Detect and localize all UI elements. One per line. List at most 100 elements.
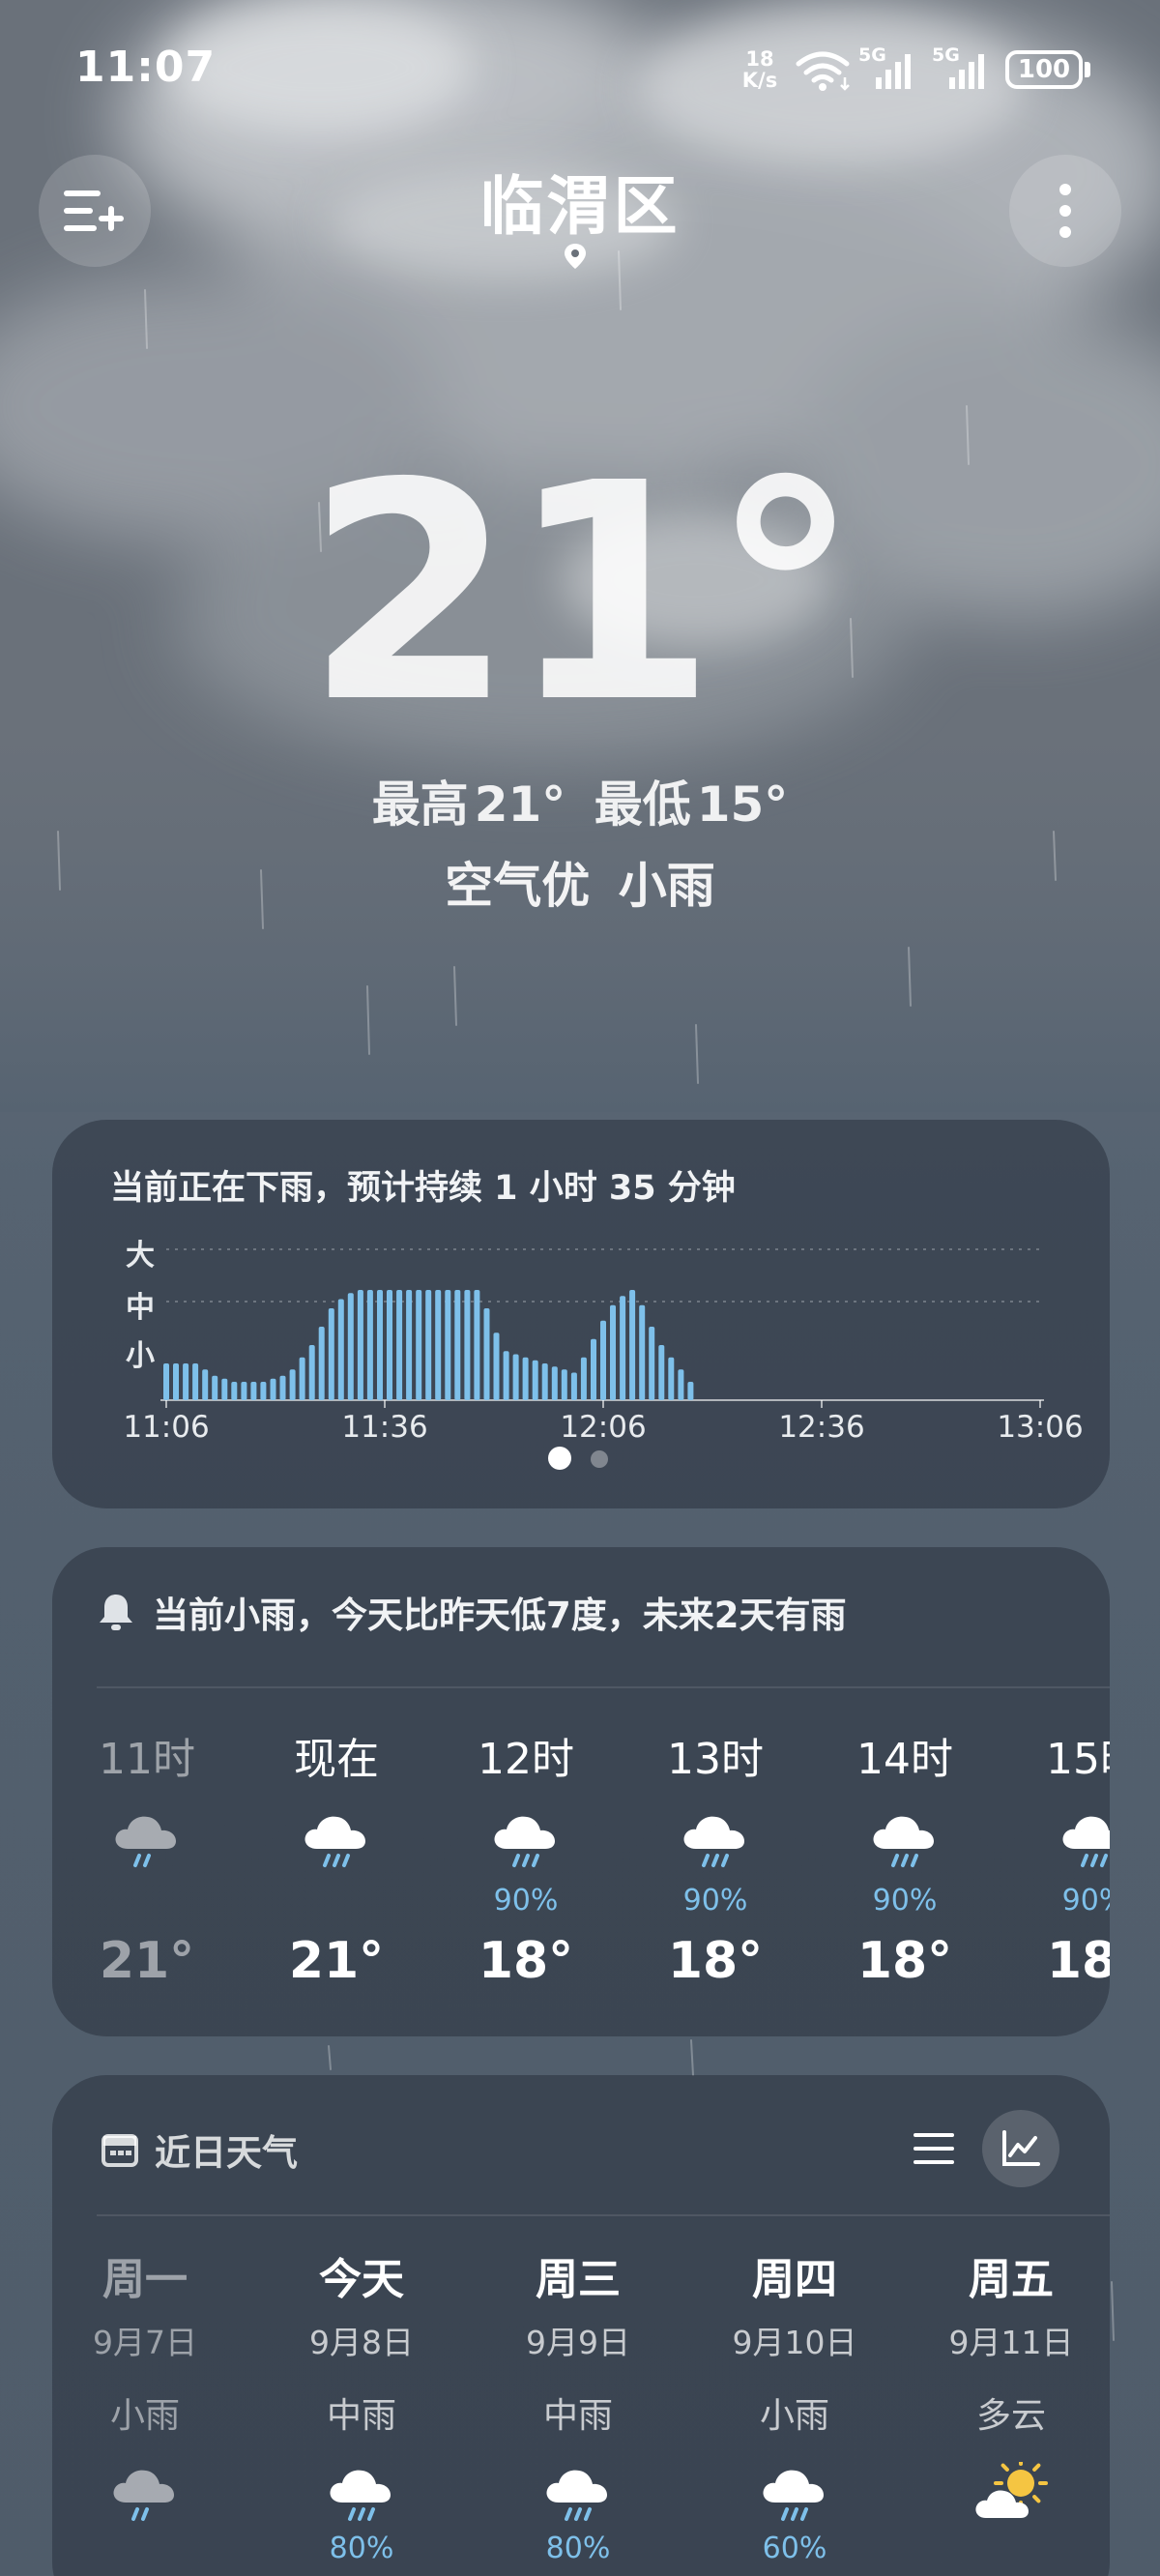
precip-bar xyxy=(173,1363,179,1400)
chart-view-button[interactable] xyxy=(982,2110,1059,2187)
day-rain-probability: 60% xyxy=(762,2532,827,2565)
cloud-rain-icon xyxy=(265,2462,458,2530)
hour-rain-probability: 90% xyxy=(1061,1884,1110,1917)
hourly-item[interactable]: 现在 21° xyxy=(242,1729,431,1990)
precip-bar xyxy=(541,1363,548,1400)
precip-bar xyxy=(425,1290,432,1400)
battery-tip xyxy=(1085,62,1090,77)
precip-bar xyxy=(260,1382,267,1400)
chart-view-icon xyxy=(1002,2130,1040,2166)
hourly-item[interactable]: 13时 90% 18° xyxy=(621,1729,810,1990)
hour-rain-probability: 90% xyxy=(493,1884,559,1917)
network-speed-unit: K/s xyxy=(741,69,778,92)
precip-bar xyxy=(474,1290,480,1400)
hour-rain-probability: 90% xyxy=(682,1884,748,1917)
partly-cloudy-icon xyxy=(914,2462,1108,2530)
battery-indicator: 100 xyxy=(1005,50,1083,89)
precip-bar xyxy=(493,1332,500,1400)
daily-item[interactable]: 周一 9月7日 小雨 xyxy=(52,2251,242,2530)
y-level-label: 中 xyxy=(126,1291,155,1325)
x-tick-label: 11:06 xyxy=(123,1410,209,1445)
day-date: 9月9日 xyxy=(526,2324,630,2361)
air-quality[interactable]: 空气优 xyxy=(445,858,590,914)
signal-icon-2 xyxy=(949,54,984,89)
hour-temperature: 18° xyxy=(478,1932,574,1990)
cloud-rain-icon xyxy=(431,1808,621,1876)
day-name: 周三 xyxy=(536,2255,621,2304)
precip-bar xyxy=(416,1290,422,1400)
precip-bar xyxy=(241,1382,247,1400)
signal-icon-1 xyxy=(876,54,911,89)
precip-bar xyxy=(639,1304,646,1400)
precip-bar xyxy=(308,1345,315,1400)
temperature-range: 最高 21° 最低 15° xyxy=(0,766,1160,835)
precip-bar xyxy=(580,1357,587,1400)
hour-temperature: 21° xyxy=(99,1932,195,1990)
hour-label: 15时 xyxy=(1046,1735,1110,1784)
precip-bar xyxy=(337,1299,344,1400)
precip-bar xyxy=(483,1308,490,1400)
high-temp-label: 最高 xyxy=(371,776,469,833)
precip-bar xyxy=(202,1369,209,1400)
precip-bar xyxy=(532,1360,538,1400)
y-level-label: 大 xyxy=(126,1239,155,1273)
cloud-rain-icon xyxy=(52,2462,242,2530)
precipitation-card[interactable]: 当前正在下雨，预计持续 1 小时 35 分钟 大中小 11:06 11:36 12:0… xyxy=(52,1120,1110,1508)
precip-bar xyxy=(396,1290,403,1400)
hour-temperature: 18° xyxy=(1046,1932,1110,1990)
divider xyxy=(97,2214,1110,2216)
city-name[interactable]: 临渭区 xyxy=(387,155,773,248)
hourly-forecast-card: 当前小雨，今天比昨天低7度，未来2天有雨 11时 21° 现在 21° 12时 90% 18… xyxy=(52,1547,1110,2036)
precip-bar xyxy=(668,1357,675,1400)
hourly-item[interactable]: 11时 21° xyxy=(52,1729,242,1990)
hour-temperature: 18° xyxy=(667,1932,764,1990)
precip-bar xyxy=(620,1296,626,1400)
hour-temperature: 18° xyxy=(856,1932,953,1990)
day-name: 周四 xyxy=(752,2255,837,2304)
day-condition: 小雨 xyxy=(759,2396,829,2436)
hourly-item[interactable]: 12时 90% 18° xyxy=(431,1729,621,1990)
precip-bar xyxy=(454,1290,461,1400)
x-tick-label: 12:06 xyxy=(560,1410,646,1445)
hour-temperature: 21° xyxy=(288,1932,385,1990)
precip-bar xyxy=(357,1290,363,1400)
hour-label: 12时 xyxy=(478,1735,574,1784)
precip-bar xyxy=(600,1320,606,1400)
daily-item[interactable]: 周五 9月11日 多云 xyxy=(914,2251,1108,2530)
precip-bar xyxy=(610,1304,616,1400)
precip-bar xyxy=(503,1351,509,1400)
precip-bar xyxy=(387,1290,392,1400)
precip-bar xyxy=(649,1327,655,1400)
list-view-icon xyxy=(914,2133,954,2164)
precip-bar xyxy=(192,1363,199,1400)
low-temp: 15° xyxy=(696,776,789,833)
more-options-button[interactable] xyxy=(1009,155,1121,267)
daily-item[interactable]: 今天 9月8日 中雨 80% xyxy=(265,2251,458,2568)
hourly-item[interactable]: 14时 90% 18° xyxy=(810,1729,1000,1990)
cloud-rain-icon xyxy=(698,2462,891,2530)
precip-bar xyxy=(570,1372,577,1400)
day-name: 今天 xyxy=(319,2255,404,2304)
cloud-rain-icon xyxy=(481,2462,675,2530)
list-view-button[interactable] xyxy=(903,2118,965,2180)
daily-item[interactable]: 周三 9月9日 中雨 80% xyxy=(481,2251,675,2568)
location-pin-icon xyxy=(565,244,586,269)
precip-bar xyxy=(318,1327,325,1400)
cloud-rain-icon xyxy=(810,1808,1000,1876)
city-manage-button[interactable] xyxy=(39,155,151,267)
list-add-icon xyxy=(64,190,124,231)
hourly-item[interactable]: 15时 90% 18° xyxy=(1000,1729,1110,1990)
precip-bar xyxy=(377,1290,383,1400)
day-rain-probability: 80% xyxy=(545,2532,611,2565)
precip-bar xyxy=(163,1363,169,1400)
daily-forecast-header: 近日天气 xyxy=(101,2123,298,2176)
precip-bar xyxy=(183,1363,189,1400)
cloud-rain-icon xyxy=(52,1808,242,1876)
precip-bar xyxy=(270,1378,276,1400)
x-tick-label: 13:06 xyxy=(997,1410,1083,1445)
precip-bar xyxy=(464,1290,471,1400)
wifi-icon xyxy=(796,51,850,91)
precip-bar xyxy=(347,1293,354,1400)
air-condition-line: 空气优 小雨 xyxy=(0,847,1160,917)
daily-item[interactable]: 周四 9月10日 小雨 60% xyxy=(698,2251,891,2568)
